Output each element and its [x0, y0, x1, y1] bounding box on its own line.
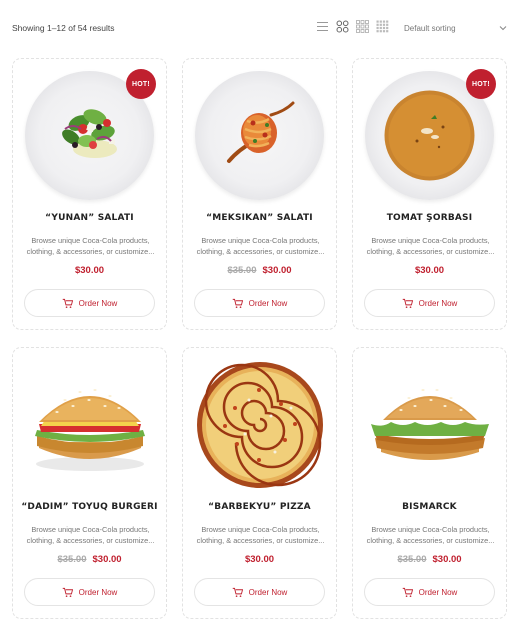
product-price: $35.00 $30.00: [353, 554, 506, 565]
product-card[interactable]: BISMARCK Browse unique Coca-Cola product…: [352, 347, 507, 619]
mexican-salad-image[interactable]: [195, 71, 324, 200]
order-now-button[interactable]: Order Now: [364, 578, 495, 606]
hot-badge: HOT!: [126, 69, 156, 99]
list-view-icon[interactable]: [316, 20, 329, 33]
product-description: Browse unique Coca-Cola products, clothi…: [26, 525, 155, 545]
result-count: Showing 1–12 of 54 results: [12, 23, 115, 33]
order-now-label: Order Now: [78, 298, 118, 308]
product-card[interactable]: HOT! “YUNAN” SALATI Browse unique Coca-C…: [12, 58, 167, 330]
product-title[interactable]: “BARBEKYU” PIZZA: [183, 502, 336, 512]
current-price: $30.00: [414, 265, 445, 276]
order-now-label: Order Now: [248, 298, 288, 308]
product-description: Browse unique Coca-Cola products, clothi…: [366, 236, 495, 256]
product-title[interactable]: “MEKSIKAN” SALATI: [183, 213, 336, 223]
order-now-button[interactable]: Order Now: [194, 578, 325, 606]
current-price: $30.00: [244, 554, 275, 565]
order-now-label: Order Now: [418, 587, 458, 597]
product-title[interactable]: “YUNAN” SALATI: [13, 213, 166, 223]
product-card[interactable]: “DADIM” TOYUQ BURGERI Browse unique Coca…: [12, 347, 167, 619]
grid-2-icon[interactable]: [336, 20, 349, 33]
order-now-button[interactable]: Order Now: [194, 289, 325, 317]
product-card[interactable]: “MEKSIKAN” SALATI Browse unique Coca-Col…: [182, 58, 337, 330]
cart-icon: [62, 298, 73, 308]
product-title[interactable]: TOMAT ŞORBASI: [353, 213, 506, 223]
current-price: $30.00: [92, 554, 122, 565]
sort-select[interactable]: Default sorting: [402, 16, 510, 40]
shop-toolbar: Showing 1–12 of 54 results Default sorti…: [0, 0, 526, 56]
chevron-down-icon: [499, 26, 507, 31]
order-now-label: Order Now: [248, 587, 288, 597]
sort-selected-label: Default sorting: [404, 24, 456, 33]
cart-icon: [232, 587, 243, 597]
order-now-label: Order Now: [78, 587, 118, 597]
crispy-burger-image[interactable]: [365, 360, 495, 490]
cart-icon: [402, 587, 413, 597]
order-now-button[interactable]: Order Now: [24, 578, 155, 606]
product-title[interactable]: BISMARCK: [353, 502, 506, 512]
cart-icon: [232, 298, 243, 308]
product-price: $30.00: [183, 554, 336, 565]
hot-badge: HOT!: [466, 69, 496, 99]
order-now-label: Order Now: [418, 298, 458, 308]
product-price: $35.00 $30.00: [183, 265, 336, 276]
product-price: $30.00: [353, 265, 506, 276]
current-price: $30.00: [262, 265, 292, 276]
bbq-pizza-image[interactable]: [195, 360, 325, 490]
product-title[interactable]: “DADIM” TOYUQ BURGERI: [13, 502, 166, 512]
current-price: $30.00: [432, 554, 462, 565]
product-description: Browse unique Coca-Cola products, clothi…: [196, 525, 325, 545]
grid-4-icon[interactable]: [376, 20, 389, 33]
old-price: $35.00: [227, 265, 257, 276]
cart-icon: [62, 587, 73, 597]
old-price: $35.00: [397, 554, 427, 565]
grid-3-icon[interactable]: [356, 20, 369, 33]
product-card[interactable]: “BARBEKYU” PIZZA Browse unique Coca-Cola…: [182, 347, 337, 619]
product-card[interactable]: HOT! TOMAT ŞORBASI Browse unique Coca-Co…: [352, 58, 507, 330]
product-description: Browse unique Coca-Cola products, clothi…: [196, 236, 325, 256]
chicken-burger-image[interactable]: [25, 360, 155, 490]
old-price: $35.00: [57, 554, 87, 565]
current-price: $30.00: [74, 265, 105, 276]
product-description: Browse unique Coca-Cola products, clothi…: [26, 236, 155, 256]
order-now-button[interactable]: Order Now: [24, 289, 155, 317]
order-now-button[interactable]: Order Now: [364, 289, 495, 317]
cart-icon: [402, 298, 413, 308]
view-switcher: [316, 20, 389, 33]
product-description: Browse unique Coca-Cola products, clothi…: [366, 525, 495, 545]
product-price: $35.00 $30.00: [13, 554, 166, 565]
product-price: $30.00: [13, 265, 166, 276]
